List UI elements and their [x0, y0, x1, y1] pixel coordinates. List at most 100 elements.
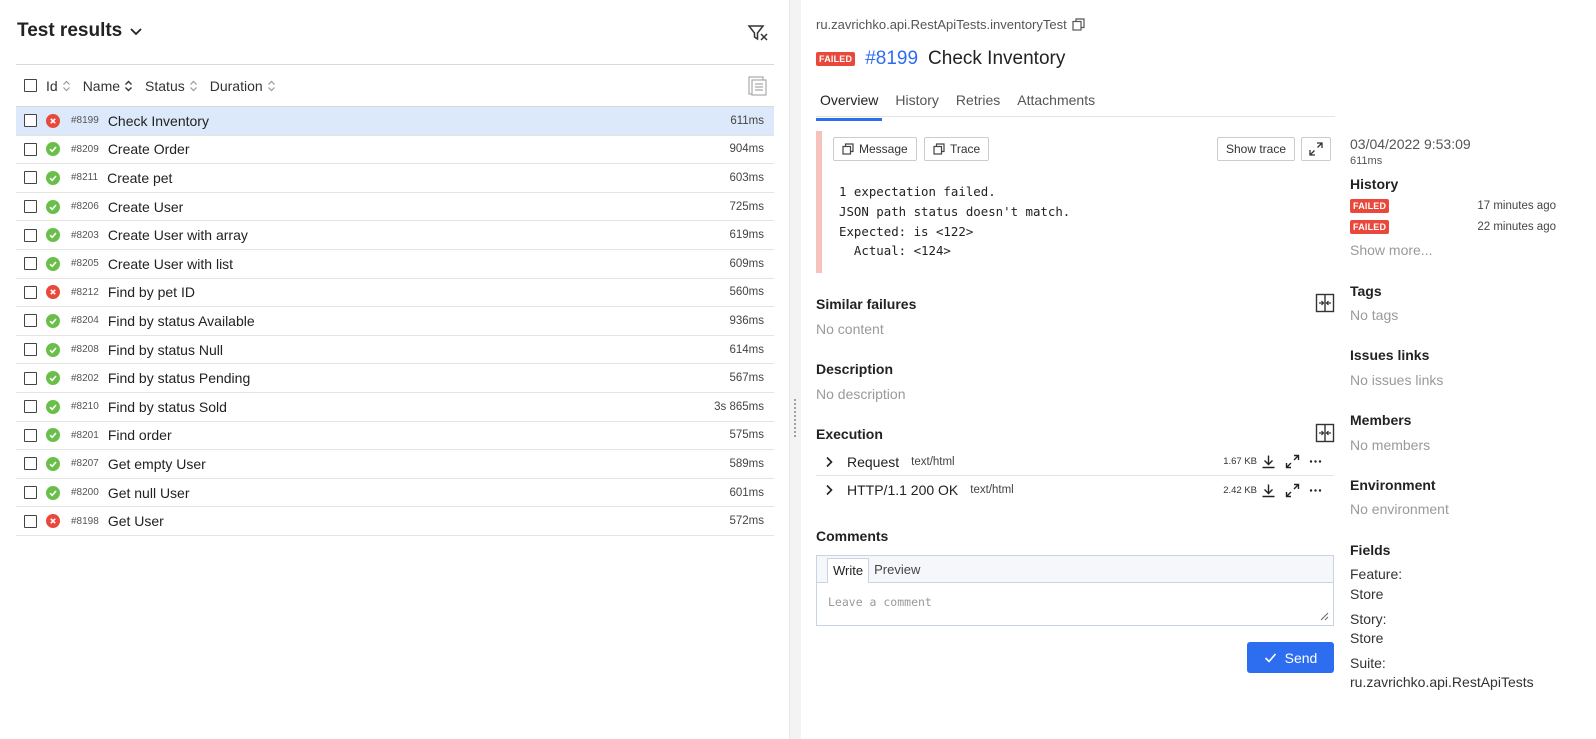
table-row[interactable]: #8198 Get User 572ms [16, 507, 774, 536]
row-checkbox[interactable] [24, 428, 37, 442]
test-results-title[interactable]: Test results [17, 20, 144, 42]
test-duration: 567ms [729, 372, 764, 385]
column-duration[interactable]: Duration [210, 78, 276, 94]
row-checkbox[interactable] [24, 285, 37, 299]
passed-status-icon [46, 313, 60, 328]
send-button[interactable]: Send [1247, 642, 1334, 673]
copy-message-button[interactable]: Message [833, 137, 917, 161]
row-checkbox[interactable] [24, 486, 37, 500]
compare-icon[interactable] [1315, 423, 1335, 443]
test-name: Create Order [107, 141, 190, 158]
test-name: Check Inventory [928, 48, 1066, 69]
history-item[interactable]: FAILED 22 minutes ago [1350, 219, 1556, 235]
table-row[interactable]: #8202 Find by status Pending 567ms [16, 364, 774, 393]
row-checkbox[interactable] [24, 314, 37, 328]
test-id[interactable]: #8199 [865, 48, 918, 70]
test-duration: 572ms [729, 515, 764, 528]
test-duration: 560ms [729, 286, 764, 299]
test-id: #8202 [71, 372, 99, 384]
status-badge: FAILED [1350, 220, 1390, 234]
test-name: Find by status Sold [107, 398, 227, 415]
copy-message-label: Message [859, 142, 908, 156]
table-row[interactable]: #8211 Create pet 603ms [16, 164, 774, 193]
passed-status-icon [46, 399, 60, 414]
column-duration-label: Duration [209, 77, 263, 94]
status-badge: FAILED [816, 52, 856, 66]
send-label: Send [1284, 649, 1318, 666]
test-name: Find by pet ID [107, 284, 195, 301]
execution-step[interactable]: Request text/html 1.67 KB [816, 448, 1334, 476]
tab-write[interactable]: Write [827, 558, 870, 583]
row-checkbox[interactable] [24, 200, 37, 214]
table-row[interactable]: #8203 Create User with array 619ms [16, 221, 774, 250]
clear-filter-icon[interactable] [747, 22, 769, 44]
more-icon[interactable] [1308, 483, 1323, 498]
panel-resizer[interactable] [790, 0, 801, 739]
history-item[interactable]: FAILED 17 minutes ago [1350, 198, 1556, 214]
table-row[interactable]: #8212 Find by pet ID 560ms [16, 279, 774, 308]
show-trace-button[interactable]: Show trace [1217, 137, 1296, 161]
test-duration: 619ms [729, 229, 764, 242]
members-empty: No members [1350, 437, 1431, 453]
row-checkbox[interactable] [24, 171, 37, 185]
test-name: Create pet [107, 169, 173, 186]
column-name[interactable]: Name [83, 78, 133, 94]
resize-handle-icon[interactable] [1320, 612, 1329, 621]
column-status-label: Status [145, 77, 185, 94]
table-row[interactable]: #8210 Find by status Sold 3s 865ms [16, 393, 774, 422]
download-icon[interactable] [1261, 483, 1276, 498]
row-checkbox[interactable] [24, 514, 37, 528]
table-row[interactable]: #8209 Create Order 904ms [16, 136, 774, 165]
execution-step-type: text/html [970, 484, 1014, 496]
list-view-icon[interactable] [746, 75, 768, 97]
more-icon[interactable] [1308, 454, 1323, 469]
row-checkbox[interactable] [24, 228, 37, 242]
passed-status-icon [46, 428, 60, 443]
download-icon[interactable] [1261, 454, 1276, 469]
column-name-label: Name [82, 77, 121, 94]
row-checkbox[interactable] [24, 457, 37, 471]
table-row[interactable]: #8200 Get null User 601ms [16, 479, 774, 508]
row-checkbox[interactable] [24, 371, 37, 385]
table-row[interactable]: #8207 Get empty User 589ms [16, 450, 774, 479]
column-id[interactable]: Id [46, 78, 71, 94]
environment-title: Environment [1350, 477, 1436, 493]
row-checkbox[interactable] [24, 257, 37, 271]
tab-preview[interactable]: Preview [869, 558, 925, 582]
compare-icon[interactable] [1315, 293, 1335, 313]
row-checkbox[interactable] [24, 343, 37, 357]
show-more-link[interactable]: Show more... [1350, 242, 1432, 258]
attachment-size: 1.67 KB [1223, 456, 1257, 467]
comment-editor: Write Preview Leave a comment [816, 555, 1334, 626]
passed-status-icon [46, 342, 60, 357]
expand-error-button[interactable] [1301, 137, 1331, 161]
table-row[interactable]: #8205 Create User with list 609ms [16, 250, 774, 279]
row-checkbox[interactable] [24, 400, 37, 414]
table-row[interactable]: #8199 Check Inventory 611ms [16, 107, 774, 136]
test-id: #8205 [71, 258, 99, 270]
table-row[interactable]: #8204 Find by status Available 936ms [16, 307, 774, 336]
test-name: Create User with array [107, 227, 248, 244]
test-id: #8199 [71, 115, 99, 127]
row-checkbox[interactable] [24, 142, 37, 156]
table-row[interactable]: #8201 Find order 575ms [16, 422, 774, 451]
chevron-right-icon [826, 456, 833, 467]
select-all-checkbox[interactable] [24, 79, 37, 92]
column-status[interactable]: Status [145, 78, 198, 94]
expand-icon[interactable] [1285, 483, 1300, 498]
attachment-size: 2.42 KB [1223, 484, 1257, 496]
status-badge: FAILED [1350, 199, 1390, 213]
expand-icon[interactable] [1285, 454, 1300, 469]
copy-icon [842, 143, 854, 155]
tags-title: Tags [1350, 283, 1382, 299]
comment-input[interactable]: Leave a comment [828, 595, 932, 609]
table-row[interactable]: #8208 Find by status Null 614ms [16, 336, 774, 365]
row-checkbox[interactable] [24, 114, 37, 128]
copy-trace-button[interactable]: Trace [924, 137, 990, 161]
copy-icon[interactable] [1072, 18, 1085, 31]
table-row[interactable]: #8206 Create User 725ms [16, 193, 774, 222]
field-label: Suite: [1350, 655, 1386, 671]
members-title: Members [1350, 412, 1412, 428]
issues-title: Issues links [1350, 347, 1430, 363]
execution-step[interactable]: HTTP/1.1 200 OK text/html 2.42 KB [816, 476, 1334, 504]
